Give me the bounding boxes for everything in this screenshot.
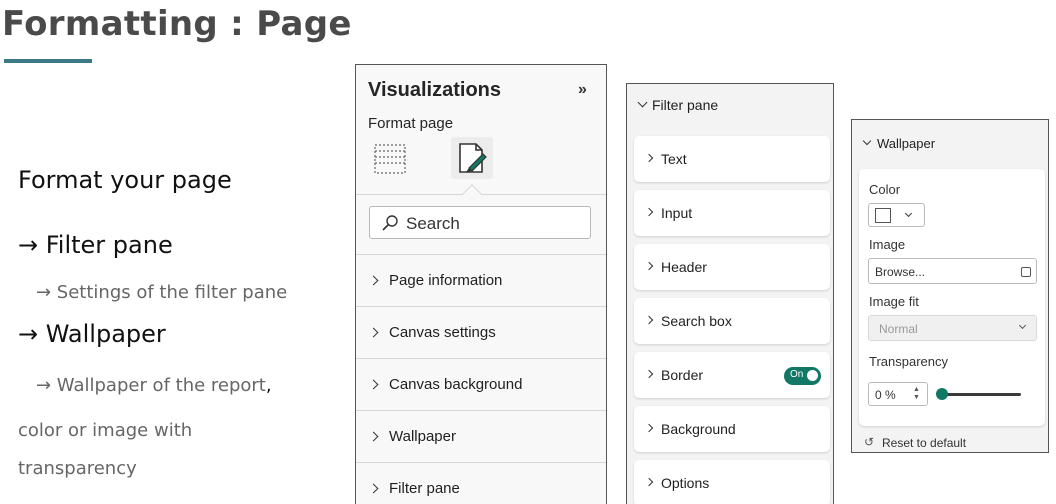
slide-title: Formatting : Page [2,4,352,44]
search-input[interactable]: Search [369,206,591,239]
card-label: Header [661,259,707,275]
chevron-right-icon [368,379,379,390]
chevron-down-icon [1018,321,1027,330]
chevron-right-icon [368,275,379,286]
filter-pane-panel: Filter pane Text Input Header Search box… [626,83,834,504]
wallpaper-section-header[interactable]: Wallpaper [852,120,1048,164]
card-label: Search box [661,313,732,329]
card-label: Input [661,205,693,221]
wallpaper-header-label: Wallpaper [877,136,936,151]
chevron-right-icon [644,261,654,271]
wallpaper-description: → Wallpaper of the report, [36,375,272,396]
wallpaper-heading: → Wallpaper [18,320,166,348]
reset-icon: ↺ [864,435,875,449]
image-fit-label: Image fit [869,294,919,309]
filter-pane-heading: → Filter pane [18,231,173,259]
wallpaper-panel: Wallpaper Color Image Browse... Image fi… [851,119,1049,453]
toggle-knob [807,370,818,381]
card-label: Border [661,367,704,383]
reset-label: Reset to default [882,436,967,450]
section-label: Filter pane [389,480,460,497]
color-picker[interactable] [868,203,925,227]
card-text[interactable]: Text [634,136,830,182]
reset-to-default-button[interactable]: ↺ Reset to default [864,434,1034,452]
wallpaper-description-comma: , [265,375,272,396]
wallpaper-settings-card: Color Image Browse... Image fit Normal T… [859,169,1045,426]
filter-pane-section-header[interactable]: Filter pane [627,84,833,126]
image-label: Image [869,237,906,252]
image-fit-select[interactable]: Normal [868,315,1037,341]
filter-pane-description: → Settings of the filter pane [36,282,288,303]
card-header[interactable]: Header [634,244,830,290]
format-your-page-text: Format your page [18,166,232,194]
card-search-box[interactable]: Search box [634,298,830,344]
format-brush-icon [459,143,487,173]
visualizations-title: Visualizations [368,79,502,101]
color-or-image-text: color or image with [18,420,193,441]
section-canvas-background[interactable]: Canvas background [356,358,606,410]
slider-thumb[interactable] [936,388,948,400]
chevron-right-icon [368,431,379,442]
card-label: Background [661,421,736,437]
chevron-right-icon [368,327,379,338]
section-filter-pane[interactable]: Filter pane [356,462,606,504]
transparency-text: transparency [18,458,137,479]
browse-text: Browse... [875,265,926,279]
format-page-button[interactable] [451,137,493,179]
chevron-right-icon [368,483,379,494]
section-page-information[interactable]: Page information [356,254,606,306]
file-browse-icon[interactable] [1021,267,1031,277]
card-label: Text [661,151,687,167]
chevron-right-icon [644,423,654,433]
visualizations-panel: Visualizations » Format page Search Page… [355,64,607,504]
section-canvas-settings[interactable]: Canvas settings [356,306,606,358]
visualizations-header: Visualizations » Format page [356,65,606,195]
transparency-label: Transparency [869,354,948,369]
color-swatch [875,208,891,223]
search-placeholder: Search [406,214,460,233]
toggle-state-label: On [790,369,804,380]
chevron-right-icon [644,477,654,487]
card-options[interactable]: Options [634,460,830,504]
chevron-right-icon [644,315,654,325]
section-label: Wallpaper [389,428,456,445]
transparency-value: 0 % [875,388,896,402]
card-background[interactable]: Background [634,406,830,452]
chevron-right-icon [644,153,654,163]
collapse-pane-icon[interactable]: » [578,81,587,99]
transparency-input[interactable]: 0 % ▲ ▼ [868,382,928,406]
color-label: Color [869,182,901,197]
search-icon [382,215,398,231]
section-label: Page information [389,272,503,289]
chevron-right-icon [644,207,654,217]
image-fit-value: Normal [879,322,918,336]
chevron-down-icon [637,97,648,108]
spin-arrows-icon[interactable]: ▲ ▼ [913,386,920,402]
slider-track [942,393,1021,396]
card-border[interactable]: Border On [634,352,830,398]
format-page-subtitle: Format page [368,115,454,132]
transparency-slider[interactable] [936,388,1024,400]
image-browse-input[interactable]: Browse... [868,258,1037,284]
filter-pane-header-label: Filter pane [652,97,719,113]
chevron-down-icon [862,136,872,146]
chevron-down-icon [904,209,913,218]
border-toggle[interactable]: On [784,367,821,385]
section-wallpaper[interactable]: Wallpaper [356,410,606,462]
section-label: Canvas background [389,376,523,393]
card-input[interactable]: Input [634,190,830,236]
chevron-right-icon [644,369,654,379]
title-underline [4,59,92,63]
wallpaper-description-text: → Wallpaper of the report [36,375,266,396]
page-settings-icon[interactable] [374,143,406,175]
card-label: Options [661,475,710,491]
section-label: Canvas settings [389,324,496,341]
